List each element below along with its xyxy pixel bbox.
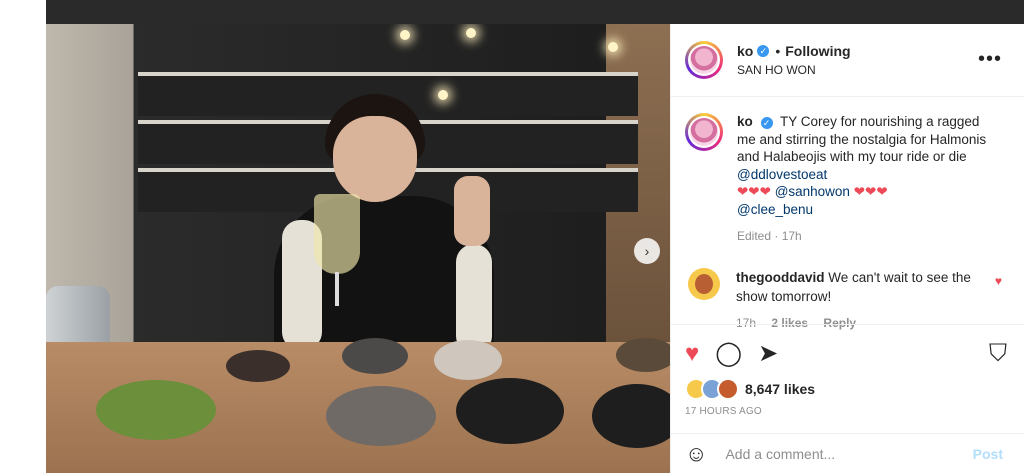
comment-item: thegooddavid We can't wait to see the sh… [685,267,1010,333]
chevron-right-icon: › [644,243,650,259]
photo-lettuce [96,380,216,440]
post-side-panel: ko ✓ • Following SAN HO WON ••• ko ✓ TY … [670,24,1024,473]
photo-sleeve-right [456,244,492,354]
save-bookmark-icon[interactable]: ⛉ [989,340,1007,368]
more-options-icon[interactable]: ••• [978,48,1002,71]
photo-bowl [434,340,502,380]
photo-plate [326,386,436,446]
hearts-emoji: ❤❤❤ [849,184,888,199]
caption: ko ✓ TY Corey for nourishing a ragged me… [685,113,1010,246]
photo-person-face [333,116,417,202]
separator: • [775,43,781,59]
caption-text: ko ✓ TY Corey for nourishing a ragged me… [737,113,987,246]
comments-section: ko ✓ TY Corey for nourishing a ragged me… [671,97,1024,337]
mention-link[interactable]: @sanhowon [775,184,850,199]
likes-count[interactable]: 8,647 likes [745,381,815,397]
post-timestamp: 17 HOURS AGO [685,406,762,417]
photo-light [438,90,448,100]
photo-glass-stem [335,272,339,306]
mention-link[interactable]: @ddlovestoeat [737,167,827,182]
photo-light [608,42,618,52]
photo-light [400,30,410,40]
post-modal: › ko ✓ • Following SAN HO WON ••• ko ✓ T… [46,24,1024,473]
hearts-emoji: ❤❤❤ [737,184,775,199]
following-button[interactable]: Following [785,43,850,59]
comment-username[interactable]: thegooddavid [736,270,825,285]
comment-input[interactable] [723,444,973,463]
photo-dish [226,350,290,382]
emoji-icon[interactable]: ☺ [685,441,707,467]
username-link[interactable]: ko [737,43,753,59]
caption-avatar[interactable] [685,113,723,151]
photo-dish [616,338,670,372]
share-icon[interactable]: ➤ [758,339,778,368]
like-heart-icon[interactable]: ♥ [685,340,699,368]
location-link[interactable]: SAN HO WON [737,63,851,77]
avatar-image [690,46,718,74]
verified-icon: ✓ [757,45,770,57]
post-comment-button[interactable]: Post [973,446,1003,462]
page-margin-left [0,0,46,473]
add-comment-bar: ☺ Post [671,433,1024,473]
verified-icon: ✓ [760,117,773,129]
post-actions: ♥ ◯ ➤ ⛉ 8,647 likes 17 HOURS AGO [671,324,1024,434]
caption-username[interactable]: ko [737,114,753,129]
caption-meta: Edited · 17h [737,229,802,243]
photo-hand [454,176,490,246]
avatar[interactable] [685,41,723,79]
comment-like-icon[interactable]: ♥ [995,274,1002,288]
caption-body: TY Corey for nourishing a ragged me and … [737,114,987,164]
post-header: ko ✓ • Following SAN HO WON ••• [671,24,1024,97]
likes-row: 8,647 likes [685,378,1011,400]
action-bar: ♥ ◯ ➤ ⛉ [685,339,1011,368]
comment-icon[interactable]: ◯ [715,339,742,368]
post-header-text: ko ✓ • Following SAN HO WON [737,43,851,77]
liker-avatar [717,378,739,400]
mention-link[interactable]: @clee_benu [737,202,813,217]
photo-wine-glass [314,194,360,274]
comment-body: thegooddavid We can't wait to see the sh… [736,268,976,333]
photo-light [466,28,476,38]
photo-stone-pot [456,378,564,444]
next-photo-button[interactable]: › [634,238,660,264]
avatar-image [690,118,718,146]
post-photo[interactable]: › [46,24,670,473]
comment-avatar[interactable] [688,267,720,300]
photo-bowl [342,338,408,374]
